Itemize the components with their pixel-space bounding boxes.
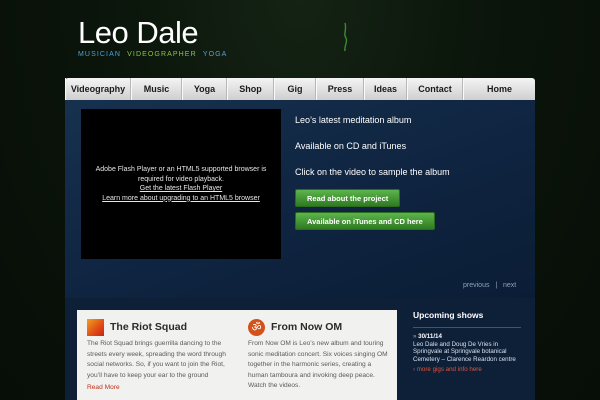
om-symbol-icon: ॐ bbox=[248, 318, 265, 336]
nav-item-yoga[interactable]: Yoga bbox=[182, 78, 227, 100]
more-gigs-label: more gigs and info here bbox=[416, 366, 482, 374]
nav-item-contact[interactable]: Contact bbox=[407, 78, 463, 100]
hero-line-availability: Available on CD and iTunes bbox=[295, 141, 407, 151]
from-now-om-column: ॐ From Now OM From Now OM is Leo’s new a… bbox=[248, 318, 393, 392]
nav-item-press[interactable]: Press bbox=[316, 78, 364, 100]
more-gigs-link[interactable]: › more gigs and info here bbox=[413, 366, 521, 373]
next-link[interactable]: next bbox=[503, 282, 516, 289]
hero-section: Adobe Flash Player or an HTML5 supported… bbox=[65, 100, 535, 298]
site-logo[interactable]: Leo Dale MUSICIAN VIDEOGRAPHER YOGA bbox=[78, 17, 227, 59]
nav-item-videography[interactable]: Videography bbox=[65, 78, 131, 100]
itunes-cd-button[interactable]: Available on iTunes and CD here bbox=[295, 212, 435, 230]
slide-pager: previous | next bbox=[463, 282, 516, 289]
swirl-decoration-icon bbox=[344, 22, 348, 52]
hero-line-album: Leo’s latest meditation album bbox=[295, 115, 412, 125]
nav-item-gig[interactable]: Gig bbox=[274, 78, 316, 100]
flash-player-link[interactable]: Get the latest Flash Player bbox=[140, 184, 222, 194]
lower-section: The Riot Squad The Riot Squad brings gue… bbox=[65, 298, 535, 400]
tagline-yoga: YOGA bbox=[202, 51, 228, 58]
logo-tagline: MUSICIAN VIDEOGRAPHER YOGA bbox=[78, 51, 227, 59]
hero-text: Leo’s latest meditation album Available … bbox=[295, 115, 450, 193]
logo-name: Leo Dale bbox=[78, 15, 199, 50]
read-more-link[interactable]: Read More bbox=[87, 384, 232, 391]
nav-item-music[interactable]: Music bbox=[131, 78, 182, 100]
main-nav: Videography Music Yoga Shop Gig Press Id… bbox=[65, 78, 535, 100]
previous-link[interactable]: previous bbox=[463, 282, 489, 289]
tagline-videographer: VIDEOGRAPHER bbox=[127, 51, 197, 58]
hero-line-instruction: Click on the video to sample the album bbox=[295, 167, 450, 177]
riot-squad-header: The Riot Squad bbox=[87, 318, 232, 336]
riot-squad-column: The Riot Squad The Riot Squad brings gue… bbox=[87, 318, 232, 391]
video-fallback-message: Adobe Flash Player or an HTML5 supported… bbox=[95, 166, 267, 183]
show-description: Leo Dale and Doug De Vries in Springvale… bbox=[413, 340, 516, 363]
nav-item-ideas[interactable]: Ideas bbox=[364, 78, 407, 100]
riot-squad-body: The Riot Squad brings guerrilla dancing … bbox=[87, 340, 226, 379]
pager-separator: | bbox=[495, 282, 498, 289]
show-date: 30/11/14 bbox=[418, 333, 442, 340]
upcoming-shows-title: Upcoming shows bbox=[413, 310, 521, 328]
upcoming-shows: Upcoming shows » 30/11/14 Leo Dale and D… bbox=[413, 310, 521, 373]
nav-item-shop[interactable]: Shop bbox=[227, 78, 274, 100]
from-now-om-title[interactable]: From Now OM bbox=[271, 321, 342, 333]
from-now-om-body: From Now OM is Leo’s new album and touri… bbox=[248, 340, 388, 390]
nav-item-home[interactable]: Home bbox=[463, 78, 535, 100]
video-player[interactable]: Adobe Flash Player or an HTML5 supported… bbox=[81, 109, 281, 259]
riot-squad-icon bbox=[87, 318, 104, 336]
riot-squad-title[interactable]: The Riot Squad bbox=[110, 321, 187, 333]
from-now-om-header: ॐ From Now OM bbox=[248, 318, 393, 336]
content-box: The Riot Squad The Riot Squad brings gue… bbox=[77, 310, 397, 400]
show-item[interactable]: » 30/11/14 Leo Dale and Doug De Vries in… bbox=[413, 333, 521, 363]
tagline-musician: MUSICIAN bbox=[78, 51, 122, 58]
html5-browser-link[interactable]: Learn more about upgrading to an HTML5 b… bbox=[102, 194, 260, 204]
read-about-project-button[interactable]: Read about the project bbox=[295, 189, 401, 207]
